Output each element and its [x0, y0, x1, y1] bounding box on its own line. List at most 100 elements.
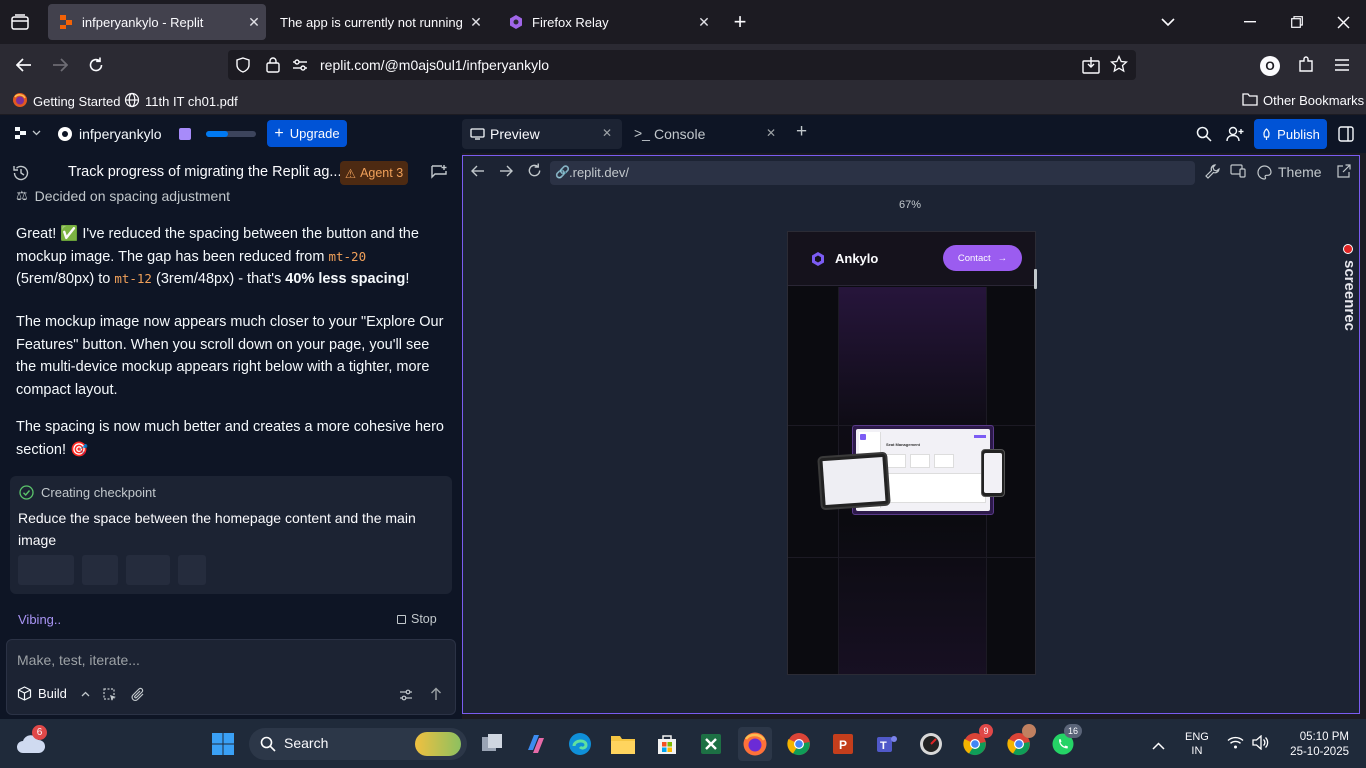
- preview-url-bar[interactable]: 🔗 .replit.dev/: [550, 161, 1195, 185]
- tab-app-not-running[interactable]: The app is currently not running. De ✕: [270, 4, 488, 40]
- other-bookmarks[interactable]: Other Bookmarks: [1242, 92, 1364, 109]
- preview-forward-icon[interactable]: [499, 164, 513, 182]
- settings-sliders-icon[interactable]: [399, 688, 413, 707]
- show-hidden-icons-chevron[interactable]: [1152, 737, 1165, 755]
- close-tab-icon[interactable]: ✕: [692, 14, 716, 31]
- minimize-icon[interactable]: [1236, 8, 1264, 36]
- file-explorer-icon[interactable]: [606, 727, 640, 761]
- new-chat-icon[interactable]: [431, 164, 448, 186]
- forward-icon[interactable]: [46, 51, 74, 79]
- invite-user-icon[interactable]: [1226, 126, 1244, 147]
- search-icon: [260, 736, 276, 752]
- language-indicator[interactable]: ENG IN: [1185, 730, 1209, 758]
- save-page-icon[interactable]: [1082, 56, 1100, 79]
- copilot-icon[interactable]: [519, 727, 553, 761]
- inline-code: mt-20: [328, 248, 367, 264]
- attach-icon[interactable]: [131, 687, 145, 708]
- publish-button[interactable]: Publish: [1254, 119, 1327, 149]
- whatsapp-icon[interactable]: 16: [1046, 724, 1082, 761]
- stop-label: Stop: [411, 612, 437, 626]
- menu-hamburger-icon[interactable]: [1334, 58, 1350, 77]
- site-scrollbar[interactable]: [1034, 269, 1037, 289]
- close-window-icon[interactable]: [1329, 8, 1357, 36]
- record-indicator-icon: [1343, 244, 1353, 254]
- powerpoint-icon[interactable]: P: [826, 727, 860, 761]
- replit-header: infperyankylo + Upgrade Preview ✕ >_ Con…: [0, 115, 1366, 153]
- excel-icon[interactable]: [694, 727, 728, 761]
- address-bar[interactable]: replit.com/@m0ajs0ul1/infperyankylo: [228, 50, 1136, 80]
- usage-progress-bar[interactable]: [206, 131, 256, 137]
- close-tab-icon[interactable]: ✕: [464, 14, 488, 31]
- volume-icon[interactable]: [1252, 734, 1269, 755]
- chrome-icon[interactable]: [782, 727, 816, 761]
- open-new-window-icon[interactable]: [1337, 164, 1351, 183]
- checkpoint-card[interactable]: Creating checkpoint Reduce the space bet…: [10, 476, 452, 594]
- devtools-wrench-icon[interactable]: [1205, 164, 1220, 184]
- workspace-menu[interactable]: [14, 126, 41, 140]
- tab-preview[interactable]: Preview ✕: [462, 119, 622, 149]
- arrow-right-icon: →: [997, 252, 1008, 264]
- microsoft-store-icon[interactable]: [650, 727, 684, 761]
- agent-badge[interactable]: ⚠ Agent 3: [340, 161, 408, 185]
- site-brand[interactable]: Ankylo: [835, 251, 878, 266]
- theme-button[interactable]: Theme: [1257, 164, 1322, 180]
- preview-url[interactable]: .replit.dev/: [569, 165, 629, 180]
- new-tab-icon[interactable]: +: [796, 121, 807, 143]
- search-icon[interactable]: [1196, 126, 1212, 147]
- close-tab-icon[interactable]: ✕: [766, 126, 776, 140]
- close-tab-icon[interactable]: ✕: [602, 126, 612, 140]
- shield-icon[interactable]: [236, 57, 250, 78]
- reload-icon[interactable]: [82, 51, 110, 79]
- back-icon[interactable]: [10, 51, 38, 79]
- url-text[interactable]: replit.com/@m0ajs0ul1/infperyankylo: [320, 57, 549, 73]
- firefox-taskbar-icon[interactable]: [738, 727, 772, 761]
- new-tab-icon[interactable]: +: [726, 8, 754, 36]
- task-view-icon[interactable]: [475, 727, 509, 761]
- decision-row[interactable]: ⚖ Decided on spacing adjustment: [16, 188, 230, 204]
- contact-button[interactable]: Contact →: [943, 245, 1022, 271]
- tab-firefox-relay[interactable]: Firefox Relay ✕: [498, 4, 716, 40]
- toggle-sidebar-icon[interactable]: [1338, 126, 1354, 147]
- bookmark-11th-it[interactable]: 11th IT ch01.pdf: [124, 92, 238, 111]
- history-icon[interactable]: [12, 164, 30, 187]
- clock[interactable]: 05:10 PM 25-10-2025: [1281, 730, 1349, 760]
- build-mode-selector[interactable]: Build: [17, 686, 90, 701]
- send-arrow-icon[interactable]: [430, 687, 442, 706]
- zoom-level: 67%: [899, 199, 922, 211]
- profile-avatar[interactable]: O: [1260, 56, 1280, 76]
- teams-icon[interactable]: T: [870, 727, 904, 761]
- project-name[interactable]: infperyankylo: [79, 126, 162, 142]
- project-avatar[interactable]: [58, 127, 72, 141]
- globe-icon: [124, 92, 140, 111]
- stop-button[interactable]: Stop: [397, 612, 437, 626]
- device-switch-icon[interactable]: [1230, 164, 1246, 183]
- wpm-app-icon[interactable]: [914, 727, 948, 761]
- extensions-icon[interactable]: [1297, 56, 1315, 79]
- select-element-icon[interactable]: [103, 688, 117, 707]
- list-tabs-chevron-icon[interactable]: [1154, 8, 1182, 36]
- preview-back-icon[interactable]: [471, 164, 485, 182]
- close-tab-icon[interactable]: ✕: [242, 14, 266, 31]
- bookmark-star-icon[interactable]: [1109, 54, 1129, 78]
- tab-manager-icon[interactable]: [6, 8, 34, 36]
- restore-icon[interactable]: [1283, 8, 1311, 36]
- lock-icon[interactable]: [266, 56, 280, 78]
- site-viewport[interactable]: Ankylo Contact → Seat Management: [787, 231, 1036, 675]
- chat-input-box[interactable]: Make, test, iterate... Build: [6, 639, 456, 715]
- start-button[interactable]: [206, 727, 240, 761]
- permissions-icon[interactable]: [292, 58, 308, 77]
- tab-replit[interactable]: infperyankylo - Replit ✕: [48, 4, 266, 40]
- bookmark-getting-started[interactable]: Getting Started: [12, 92, 120, 111]
- chrome-profile-2-icon[interactable]: [1002, 724, 1036, 761]
- preview-reload-icon[interactable]: [527, 163, 542, 183]
- upgrade-button[interactable]: + Upgrade: [267, 120, 347, 147]
- tab-console[interactable]: >_ Console ✕: [630, 119, 790, 149]
- thread-title[interactable]: Track progress of migrating the Replit a…: [68, 164, 341, 180]
- wifi-icon[interactable]: [1227, 736, 1244, 754]
- chat-input[interactable]: Make, test, iterate...: [17, 652, 140, 668]
- tab-title: infperyankylo - Replit: [82, 14, 204, 30]
- edge-icon[interactable]: [563, 727, 597, 761]
- weather-widget[interactable]: 6: [14, 725, 48, 761]
- taskbar-search[interactable]: Search: [249, 728, 467, 760]
- chrome-profile-icon[interactable]: 9: [958, 724, 993, 761]
